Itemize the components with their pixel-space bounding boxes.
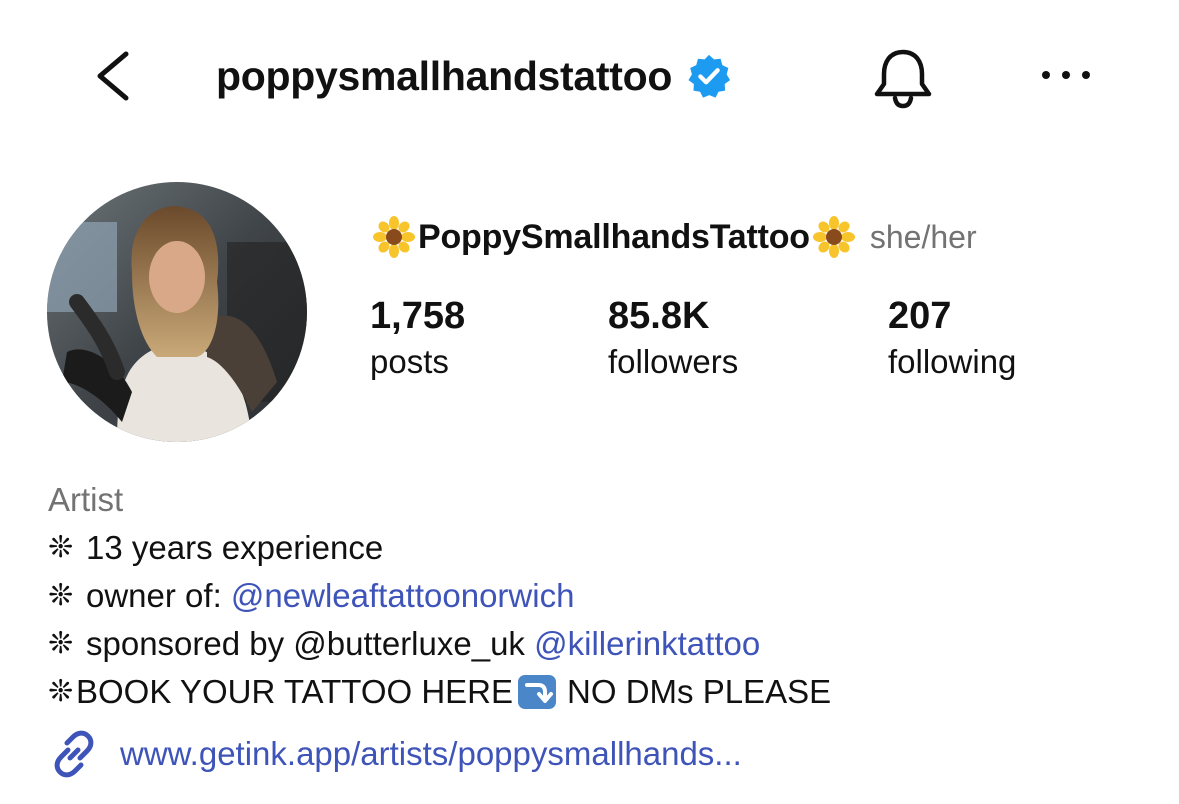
profile-avatar[interactable] (47, 182, 307, 442)
bio-line-booking: ❊ BOOK YOUR TATTOO HERE NO DMs PLEASE (48, 668, 831, 716)
arrow-right-hook-down-icon (518, 675, 557, 709)
back-button[interactable] (92, 44, 136, 108)
sunflower-icon (812, 216, 855, 258)
bio-line-experience: ❊ 13 years experience (48, 524, 831, 572)
verified-badge-icon (688, 54, 731, 98)
bio-bullet: ❊ (48, 627, 74, 660)
pronouns: she/her (869, 218, 977, 255)
profile-name-row: PoppySmallhandsTattoo she/her (372, 212, 977, 262)
stat-following[interactable]: 207 following (888, 292, 1016, 384)
display-name: PoppySmallhandsTattoo (418, 217, 810, 256)
bio-section: Artist ❊ 13 years experience ❊ owner of:… (48, 476, 831, 716)
following-label: following (888, 343, 1017, 380)
username-title: poppysmallhandstattoo (216, 52, 673, 99)
sunflower-icon (373, 216, 415, 258)
posts-label: posts (370, 343, 449, 380)
bio-text: BOOK YOUR TATTOO HERE (76, 673, 514, 710)
more-horizontal-icon (1042, 71, 1090, 79)
followers-count: 85.8K (608, 295, 710, 337)
profile-category: Artist (48, 481, 124, 518)
more-options-button[interactable] (1036, 60, 1096, 90)
bio-bullet: ❊ (48, 675, 74, 708)
following-count: 207 (888, 295, 952, 337)
chain-link-icon (54, 730, 94, 778)
website-url: www.getink.app/artists/poppysmallhands..… (120, 735, 742, 772)
bio-text: owner of: (86, 577, 231, 614)
bio-bullet: ❊ (48, 579, 74, 612)
followers-label: followers (608, 343, 739, 380)
bio-text: sponsored by @butterluxe_uk (86, 625, 535, 662)
stat-followers[interactable]: 85.8K followers (608, 292, 738, 384)
mention-link-killerink[interactable]: @killerinktattoo (534, 620, 760, 668)
bio-text: NO DMs PLEASE (567, 673, 832, 710)
mention-link-newleaf[interactable]: @newleaftattoonorwich (231, 572, 575, 620)
posts-count: 1,758 (370, 295, 466, 337)
bell-icon (874, 49, 932, 109)
chevron-left-icon (97, 51, 129, 101)
bio-text: 13 years experience (86, 529, 384, 566)
profile-photo (47, 182, 307, 442)
bio-bullet: ❊ (48, 531, 74, 564)
bio-line-owner: ❊ owner of: @newleaftattoonorwich (48, 572, 831, 620)
header-title: poppysmallhandstattoo (216, 50, 732, 102)
stat-posts[interactable]: 1,758 posts (370, 292, 465, 384)
notifications-button[interactable] (868, 44, 938, 110)
bio-line-sponsor: ❊ sponsored by @butterluxe_uk @killerink… (48, 620, 831, 668)
website-link[interactable]: www.getink.app/artists/poppysmallhands..… (48, 726, 742, 782)
